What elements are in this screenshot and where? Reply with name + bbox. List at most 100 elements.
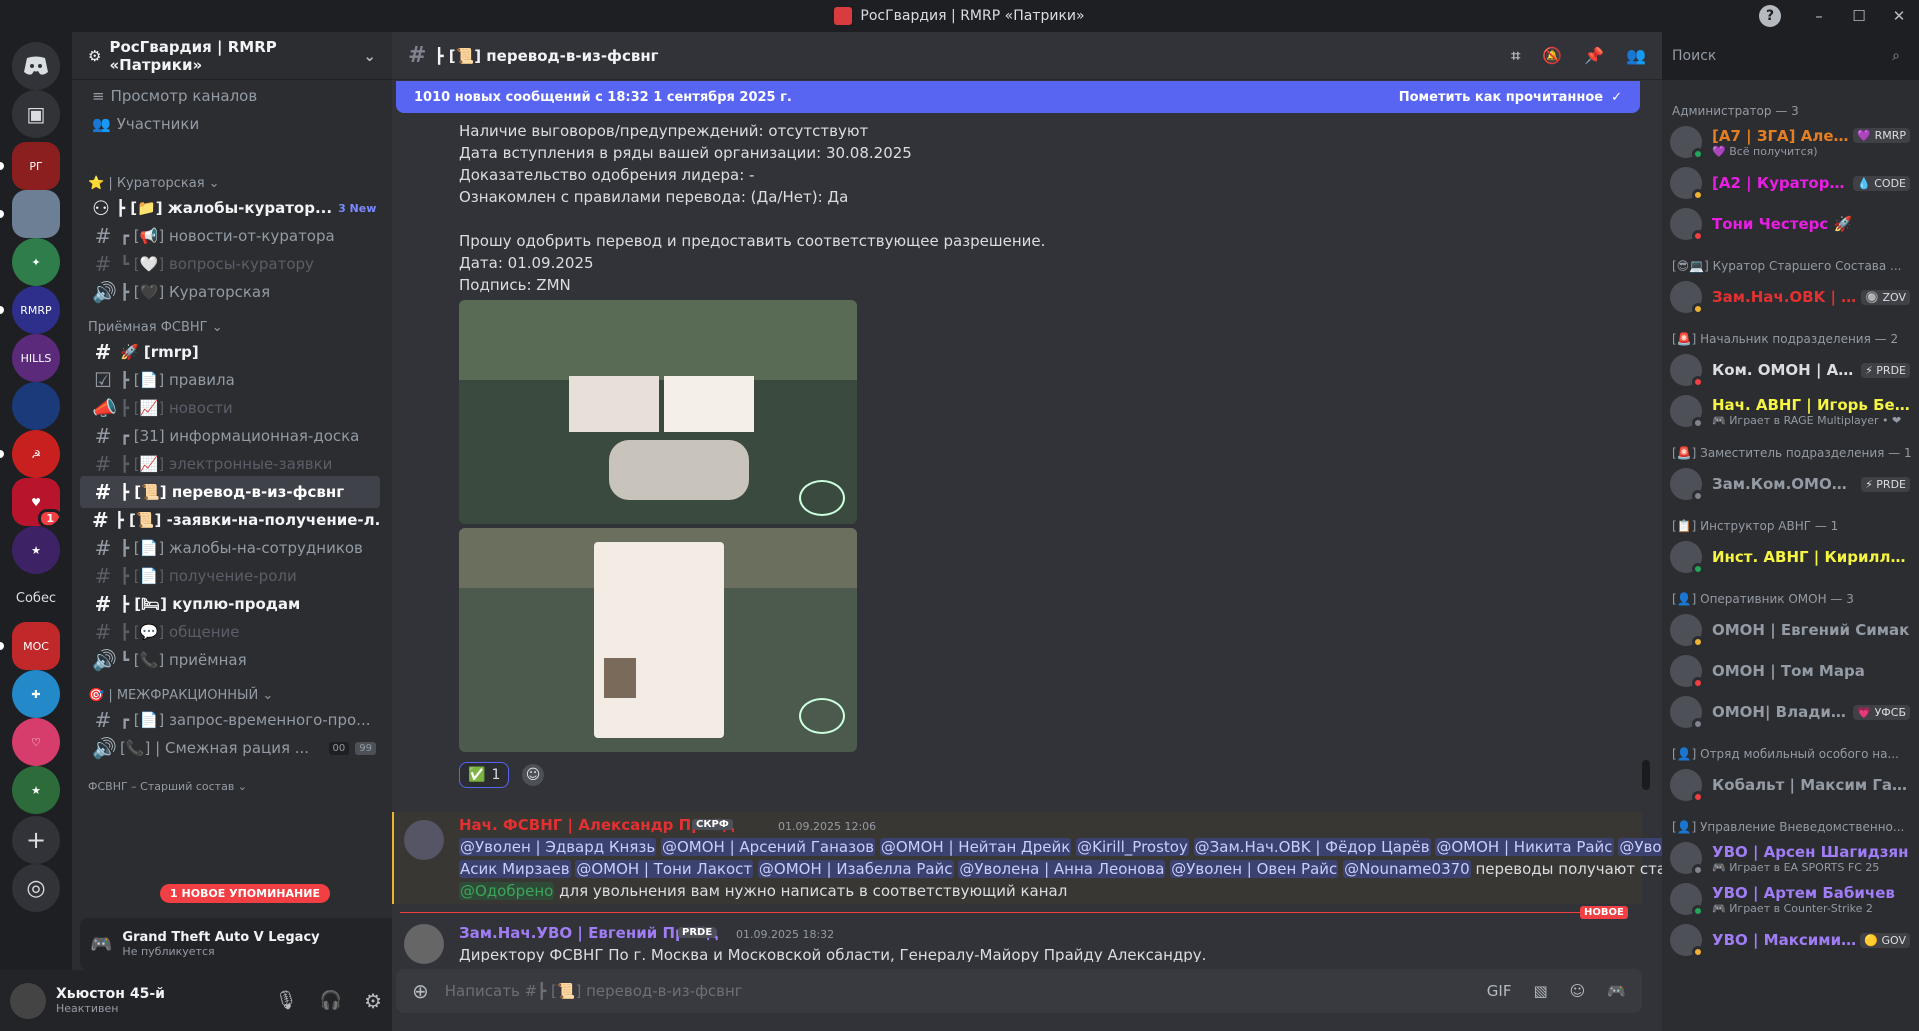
member-name: [A7 | ЗГА] Алекс... — [1712, 126, 1849, 145]
category-fsvng-senior[interactable]: ФСВНГ – Старший состав ⌄ — [88, 780, 247, 793]
pin-icon[interactable]: 📌 — [1584, 46, 1604, 66]
discover-icon[interactable]: ◎ — [12, 864, 60, 912]
gear-icon[interactable]: ⚙ — [364, 989, 382, 1013]
microphone-icon[interactable]: 🎙 — [275, 990, 298, 1011]
guild-icon-10[interactable]: МОС — [12, 622, 60, 670]
user-mention[interactable]: @ОМОН | Никита Райс — [1435, 838, 1614, 856]
threads-icon[interactable]: ⌗ — [1511, 46, 1520, 66]
emoji-icon[interactable]: ☺ — [1570, 982, 1586, 1000]
sticker-icon[interactable]: ▧ — [1533, 982, 1547, 1000]
add-server-icon[interactable]: + — [12, 816, 60, 864]
minimize-button[interactable]: – — [1799, 7, 1839, 25]
member-group-header: [👤] Управление Вневедомственно... — [1672, 820, 1905, 834]
role-mention[interactable]: @Одобрено — [459, 882, 555, 900]
member-item[interactable]: Ком. ОМОН | Ар... ⚡ PRDE — [1670, 350, 1910, 390]
category-curator[interactable]: ⭐ | Кураторская ⌄ — [88, 176, 220, 191]
members-icon[interactable]: 👥 — [1626, 46, 1646, 66]
user-mention[interactable]: @Зам.Нач.OBK | Фёдор Царёв — [1193, 838, 1431, 856]
search-input[interactable]: Поиск ⌕ — [1664, 40, 1908, 72]
user-mention[interactable]: @Kirill_Prostoy — [1076, 838, 1189, 856]
member-item[interactable]: [A7 | ЗГА] Алекс... 💜 RMRP 💜 Всё получится… — [1670, 122, 1910, 162]
user-mention[interactable]: Асик Мирзаев — [459, 860, 571, 878]
hash-icon: # — [94, 340, 112, 364]
inbox-icon[interactable]: ▣ — [12, 90, 60, 138]
message-input[interactable]: Написать #┣ [📜] перевод-в-из-фсвнг — [445, 982, 743, 1000]
member-activity: 🎮 Играет в EA SPORTS FC 25 — [1712, 860, 1880, 874]
user-mention[interactable]: @Nouname0370 — [1343, 860, 1471, 878]
guild-icon-8[interactable]: ♥ 1 — [12, 478, 60, 526]
guild-icon-9[interactable]: ★ — [12, 526, 60, 574]
gif-icon[interactable]: GIF — [1487, 982, 1512, 1000]
add-reaction-icon[interactable]: ☺ — [522, 764, 544, 786]
guild-icon-7[interactable]: ☭ — [12, 430, 60, 478]
avatar — [1670, 126, 1704, 160]
member-list: Администратор — 3 [A7 | ЗГА] Алекс... 💜 RM… — [1662, 80, 1919, 1031]
member-item[interactable]: Тони Честерс 🚀 — [1670, 204, 1910, 244]
guild-icon-11[interactable]: ✚ — [12, 670, 60, 718]
guild-icon-13[interactable]: ★ — [12, 766, 60, 814]
member-group-header: [📋] Инструктор АВНГ — 1 — [1672, 519, 1839, 533]
attachment-image[interactable] — [459, 528, 857, 752]
user-mention[interactable]: @Уволен | Эдвард Князь — [459, 838, 657, 856]
help-button[interactable]: ? — [1759, 5, 1799, 27]
member-item[interactable]: Кобальт | Максим Ганазов — [1670, 765, 1910, 805]
new-mention-pill[interactable]: 1 НОВОЕ УПОМИНАНИЕ — [160, 884, 330, 903]
members-nav[interactable]: 👥 Участники — [80, 112, 380, 136]
guild-icon-12[interactable]: ♡ — [12, 718, 60, 766]
guild-folder-sobes[interactable]: Собес — [12, 574, 60, 622]
scrollbar[interactable] — [1642, 760, 1650, 790]
mute-icon[interactable]: 🔕 — [1542, 46, 1562, 66]
hash-icon: # — [94, 252, 112, 276]
member-item[interactable]: УВО | Артем Бабичев 🎮 Играет в Counter-St… — [1670, 879, 1910, 919]
message-composer[interactable]: ⊕ Написать #┣ [📜] перевод-в-из-фсвнг GIF… — [396, 969, 1642, 1013]
category-reception[interactable]: Приёмная ФСВНГ ⌄ — [88, 320, 223, 335]
activities-icon[interactable]: 🎮 — [1607, 982, 1626, 1000]
channel-reception-voice[interactable]: 🔊 ┗ [📞] приёмная — [80, 644, 380, 676]
member-item[interactable]: Зам.Ком.ОМОН |... ⚡ PRDE — [1670, 464, 1910, 504]
browse-channels[interactable]: ≡ Просмотр каналов — [80, 84, 380, 108]
avatar — [1670, 281, 1704, 315]
member-item[interactable]: УВО | Арсен Шагидзян 🎮 Играет в EA SPORTS… — [1670, 838, 1910, 878]
member-item[interactable]: УВО | Максимили...🟡 GOV — [1670, 920, 1910, 960]
user-mention[interactable]: @ОМОН | Арсений Ганазов — [661, 838, 876, 856]
user-mention[interactable]: @ОМОН | Нейтан Дрейк — [879, 838, 1072, 856]
headphones-icon[interactable]: 🎧 — [320, 990, 342, 1011]
guild-icon-3[interactable]: ✦ — [12, 238, 60, 286]
user-mention[interactable]: @ОМОН | Тони Лакост — [575, 860, 754, 878]
member-activity: 🎮 Играет в Counter-Strike 2 — [1712, 901, 1873, 915]
member-item[interactable]: ОМОН | Евгений Симак — [1670, 610, 1910, 650]
attachment-image[interactable] — [459, 300, 857, 524]
add-attachment-icon[interactable]: ⊕ — [412, 979, 429, 1003]
member-item[interactable]: Инст. АВНГ | Кирилл Са... — [1670, 537, 1910, 577]
user-mention[interactable]: @Уволен | Овен Райс — [1170, 860, 1339, 878]
member-name: Зам.Нач.OBK | Фё... — [1712, 288, 1857, 306]
user-mention[interactable]: @ОМОН | Изабелла Райс — [757, 860, 954, 878]
guild-icon-5[interactable]: HILLS — [12, 334, 60, 382]
status-indicator — [1692, 490, 1704, 502]
channel-voice-curator[interactable]: 🔊 ┣ [🖤] Кураторская — [80, 276, 380, 308]
new-messages-banner[interactable]: 1010 новых сообщений с 18:32 1 сентября … — [396, 81, 1640, 113]
avatar — [1670, 696, 1704, 730]
avatar[interactable] — [404, 820, 444, 860]
member-item[interactable]: ОМОН| Владисл...💗 УФСБ — [1670, 692, 1910, 732]
mark-as-read-button[interactable]: Пометить как прочитанное — [1399, 90, 1603, 105]
user-mention[interactable]: @Уволена | Анна Леонова — [958, 860, 1166, 878]
avatar[interactable] — [404, 924, 444, 964]
avatar[interactable] — [10, 982, 46, 1019]
member-item[interactable]: [A2 | Куратор] К...💧 CODE — [1670, 163, 1910, 203]
member-item[interactable]: ОМОН | Том Мара — [1670, 651, 1910, 691]
discord-home-icon[interactable] — [12, 42, 60, 90]
server-header[interactable]: ⚙ РосГвардия | RMRP «Патрики» ⌄ — [72, 32, 392, 80]
member-item[interactable]: Зам.Нач.OBK | Фё...🔘 ZOV — [1670, 277, 1910, 317]
maximize-button[interactable]: ☐ — [1839, 7, 1879, 25]
status-indicator — [1692, 303, 1704, 315]
member-item[interactable]: Нач. АВНГ | Игорь Бели...🎮 Играет в RAGE… — [1670, 391, 1910, 431]
guild-icon-2[interactable] — [12, 190, 60, 238]
guild-icon-4[interactable]: RMRP — [12, 286, 60, 334]
channel-radio[interactable]: 🔊 [📞] | Смежная рация ... 00 99 — [80, 732, 380, 764]
guild-icon-1[interactable]: РГ — [12, 142, 60, 190]
reaction-approve[interactable]: ✅ 1 — [459, 762, 510, 788]
close-button[interactable]: ✕ — [1879, 7, 1919, 25]
category-interfaction[interactable]: 🎯 | МЕЖФРАКЦИОННЫЙ ⌄ — [88, 688, 273, 703]
guild-icon-6[interactable] — [12, 382, 60, 430]
